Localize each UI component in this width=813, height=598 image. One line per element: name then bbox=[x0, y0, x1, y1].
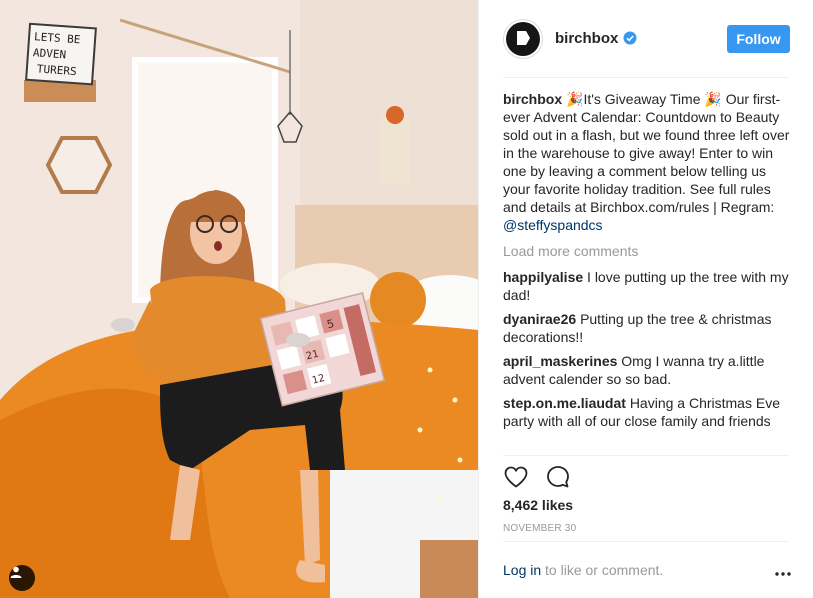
comment-bubble-icon[interactable] bbox=[545, 464, 571, 490]
header-divider bbox=[503, 77, 789, 78]
caption-text: 🎉It's Giveaway Time 🎉 Our first-ever Adv… bbox=[503, 91, 790, 215]
login-link[interactable]: Log in bbox=[503, 562, 541, 578]
comment-item: step.on.me.liaudat Having a Christmas Ev… bbox=[503, 394, 793, 430]
account-username[interactable]: birchbox bbox=[555, 30, 618, 47]
post-photo[interactable]: LETS BE ADVEN TURERS 5 21 12 bbox=[0, 0, 478, 598]
comment-username[interactable]: step.on.me.liaudat bbox=[503, 395, 626, 411]
action-bar bbox=[503, 464, 571, 490]
sign-line-3: TURERS bbox=[36, 62, 77, 78]
post-side-panel: birchbox Follow birchbox 🎉It's Giveaway … bbox=[478, 0, 813, 598]
comments-list[interactable]: birchbox 🎉It's Giveaway Time 🎉 Our first… bbox=[503, 90, 793, 452]
more-options-icon bbox=[775, 563, 791, 579]
caption: birchbox 🎉It's Giveaway Time 🎉 Our first… bbox=[503, 90, 793, 234]
post-date[interactable]: NOVEMBER 30 bbox=[503, 523, 576, 534]
load-more-comments-button[interactable]: Load more comments bbox=[503, 242, 793, 260]
post-header: birchbox Follow bbox=[479, 0, 813, 78]
login-prompt: Log in to like or comment. bbox=[503, 562, 663, 578]
birchbox-logo-icon bbox=[514, 29, 532, 50]
comment-item: happilyalise I love putting up the tree … bbox=[503, 268, 793, 304]
comment-item: dyanirae26 Putting up the tree & christm… bbox=[503, 310, 793, 346]
sign-line-2: ADVEN bbox=[33, 46, 67, 61]
caption-mention[interactable]: @steffyspandcs bbox=[503, 217, 603, 233]
footer-divider bbox=[503, 541, 789, 542]
comment-username[interactable]: dyanirae26 bbox=[503, 311, 576, 327]
comment-username[interactable]: april_maskerines bbox=[503, 353, 617, 369]
actions-divider bbox=[503, 455, 789, 456]
likes-count[interactable]: 8,462 likes bbox=[503, 497, 573, 513]
caption-username[interactable]: birchbox bbox=[503, 91, 562, 107]
avatar[interactable] bbox=[503, 19, 543, 59]
heart-icon[interactable] bbox=[503, 464, 529, 490]
user-tag-button[interactable] bbox=[9, 565, 35, 591]
more-options-button[interactable] bbox=[772, 562, 794, 580]
follow-button[interactable]: Follow bbox=[727, 25, 790, 53]
comment-username[interactable]: happilyalise bbox=[503, 269, 583, 285]
login-prompt-text: to like or comment. bbox=[545, 562, 664, 578]
photo-illustration: LETS BE ADVEN TURERS 5 21 12 bbox=[0, 0, 478, 598]
verified-badge-icon bbox=[623, 31, 637, 45]
post-container: LETS BE ADVEN TURERS 5 21 12 birchbox Fo… bbox=[0, 0, 813, 598]
comment-item: april_maskerines Omg I wanna try a.littl… bbox=[503, 352, 793, 388]
